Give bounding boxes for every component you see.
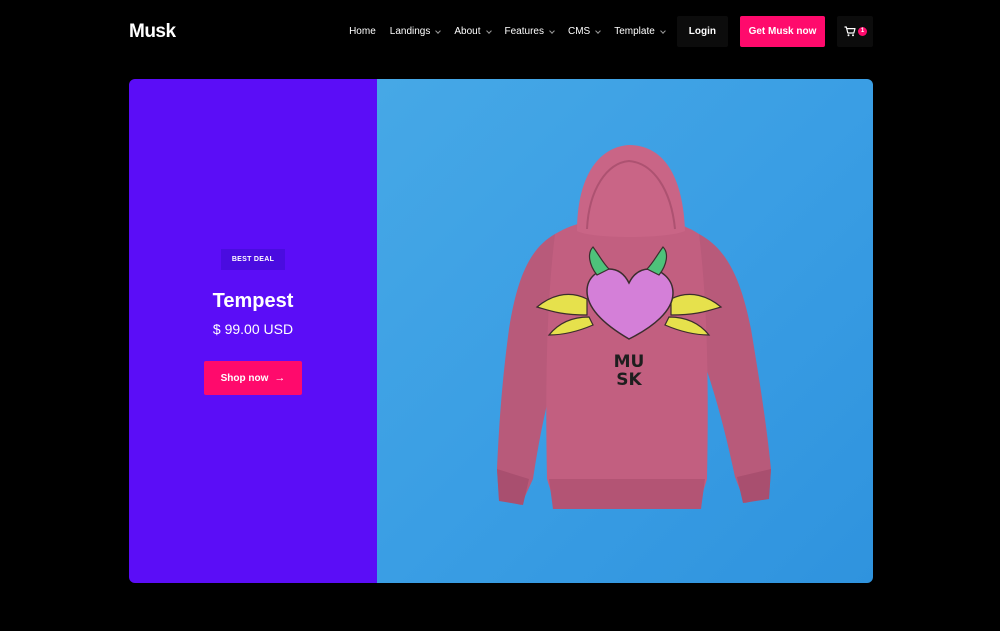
nav-label: Template [614, 26, 655, 37]
nav-label: About [454, 26, 481, 37]
chevron-down-icon [549, 27, 555, 34]
cart-icon [844, 26, 856, 37]
cart-button[interactable]: 1 [837, 16, 873, 47]
arrow-right-icon: → [274, 372, 286, 384]
cart-count-badge: 1 [858, 27, 867, 36]
nav-label: Landings [389, 26, 431, 37]
product-image-panel: MU SK [377, 79, 873, 583]
nav-label: CMS [567, 26, 591, 37]
logo[interactable]: Musk [129, 21, 176, 43]
product-name: Tempest [212, 290, 294, 312]
print-text-line1: MU [614, 352, 645, 372]
chevron-down-icon [485, 27, 492, 34]
best-deal-badge: BEST DEAL [220, 249, 286, 270]
nav-item-landings[interactable]: Landings [389, 26, 442, 37]
login-button[interactable]: Login [676, 16, 728, 47]
chevron-down-icon [659, 27, 666, 34]
chevron-down-icon [435, 27, 442, 34]
nav-label: Home [349, 26, 376, 37]
hero-card: BEST DEAL Tempest $ 99.00 USD Shop now → [129, 79, 873, 583]
chevron-down-icon [595, 27, 602, 34]
nav-item-template[interactable]: Template [614, 26, 666, 37]
print-text-line2: SK [616, 370, 642, 390]
product-info-panel: BEST DEAL Tempest $ 99.00 USD Shop now → [129, 79, 377, 583]
shop-now-label: Shop now [220, 372, 269, 384]
site-header: Musk Home Landings About Features CMS Te… [129, 16, 873, 47]
nav-item-cms[interactable]: CMS [567, 26, 602, 37]
nav-item-home[interactable]: Home [349, 26, 376, 37]
page: Musk Home Landings About Features CMS Te… [0, 0, 1000, 631]
nav-label: Features [504, 26, 544, 37]
get-musk-button[interactable]: Get Musk now [740, 16, 825, 47]
nav-item-features[interactable]: Features [504, 26, 555, 37]
hoodie-image: MU SK [497, 145, 771, 509]
nav-item-about[interactable]: About [454, 26, 492, 37]
main-nav: Home Landings About Features CMS Templat… [349, 16, 873, 47]
shop-now-button[interactable]: Shop now → [204, 361, 302, 395]
product-price: $ 99.00 USD [212, 321, 294, 337]
